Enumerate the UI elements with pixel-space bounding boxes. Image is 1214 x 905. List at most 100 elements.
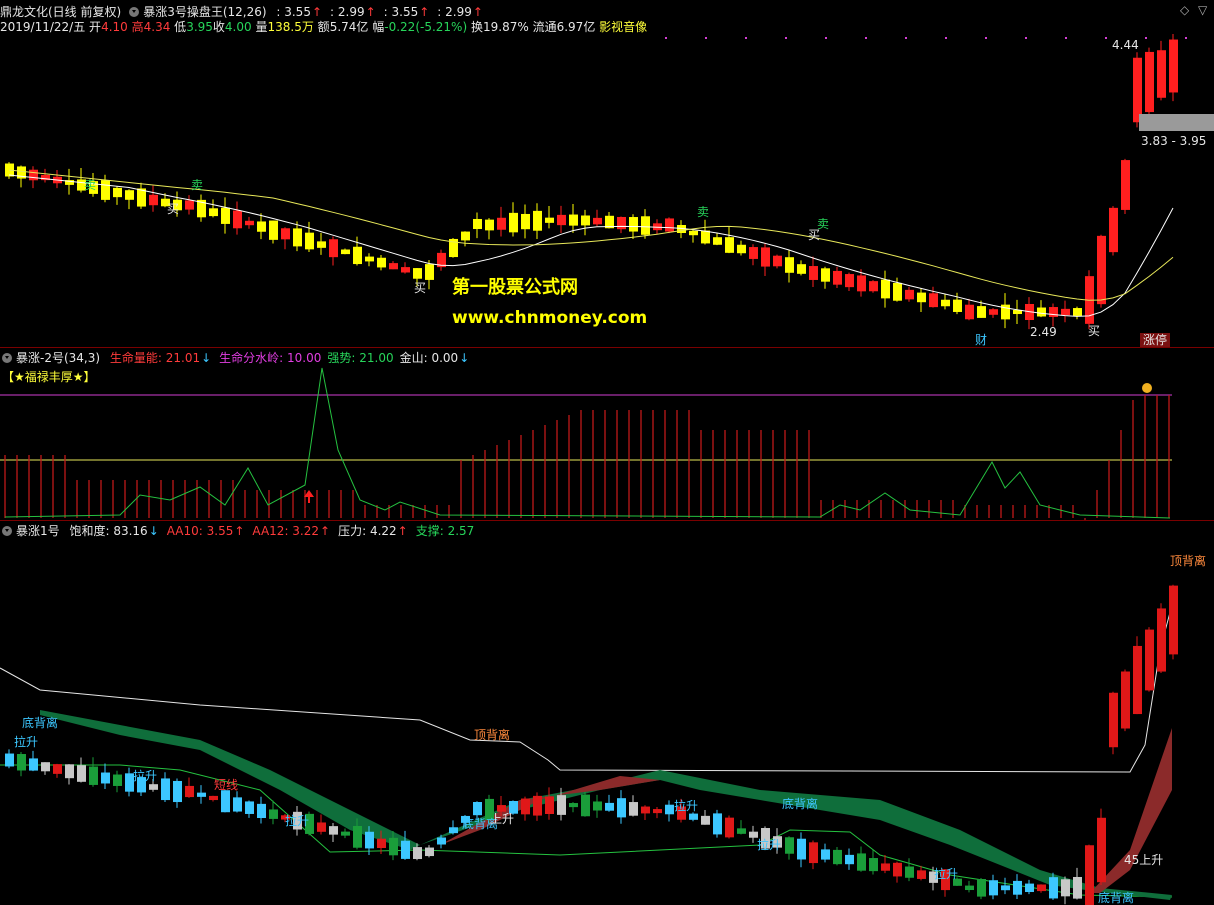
candle (377, 257, 386, 268)
candle (1145, 629, 1154, 691)
candle (1061, 308, 1070, 316)
arrow-icon: ↑ (234, 524, 245, 538)
candle (1025, 883, 1034, 893)
candle (629, 802, 638, 816)
candle (365, 831, 374, 849)
candle (1121, 160, 1130, 210)
candle (1061, 879, 1070, 897)
candle (41, 762, 50, 772)
candle (569, 214, 578, 226)
candle (569, 803, 578, 808)
candle (365, 256, 374, 262)
annotation-bottom-divergence: 底背离 (782, 797, 819, 811)
candle (881, 863, 890, 871)
panel3-name[interactable]: 暴涨1号 (16, 523, 60, 539)
candle (749, 247, 758, 259)
candle (233, 210, 242, 229)
annotation-pull-up: 拉升 (674, 799, 699, 813)
gold-icon (1142, 383, 1152, 393)
dropdown-icon[interactable] (2, 353, 12, 363)
signal-dot (1145, 37, 1147, 39)
candle (653, 809, 662, 814)
candle (689, 230, 698, 236)
candle (1109, 692, 1118, 748)
candle (785, 837, 794, 854)
panel2-values: 生命量能: 21.01↓ 生命分水岭: 10.00 强势: 21.00 金山: 0.0… (110, 351, 477, 365)
candle (1073, 308, 1082, 316)
badge-limit-up[interactable]: 涨停 (1140, 333, 1171, 347)
annotation-45-rise: 45上升 (1124, 853, 1164, 867)
arrow-icon: ↓ (201, 351, 212, 365)
candle (797, 264, 806, 274)
candle (857, 853, 866, 871)
annotation-pull-up: 拉升 (934, 867, 959, 881)
annotation-short-term: 短线 (214, 778, 239, 792)
candle (437, 837, 446, 845)
annotation-rise: 上升 (490, 812, 515, 826)
candle (221, 790, 230, 813)
candle (1037, 307, 1046, 317)
candle (113, 187, 122, 198)
watermark-title: 第一股票公式网 (452, 277, 578, 298)
signal-dot (705, 37, 707, 39)
annotation-pull-up: 拉升 (285, 814, 310, 828)
badge-finance[interactable]: 财 (975, 333, 987, 347)
p3items-item: AA12: 3.22 (252, 524, 320, 538)
candle (965, 885, 974, 891)
candle (905, 289, 914, 300)
price-high-label: 4.44 (1112, 38, 1139, 52)
candle (497, 805, 506, 812)
candle (905, 866, 914, 878)
candle (833, 270, 842, 285)
candle (845, 854, 854, 865)
panel3-values: 饱和度: 83.16↓ AA10: 3.55↑ AA12: 3.22↑ 压力: 4.2… (69, 524, 480, 538)
candle (1073, 876, 1082, 899)
candle (353, 246, 362, 265)
arrow-icon: ↑ (397, 524, 408, 538)
candle (245, 801, 254, 814)
candle (893, 862, 902, 877)
candle (545, 796, 554, 814)
candle (749, 831, 758, 838)
candle (605, 802, 614, 811)
candle (761, 247, 770, 267)
kline-chart[interactable] (0, 0, 1214, 905)
candle (713, 813, 722, 835)
candle (377, 838, 386, 848)
candle (473, 218, 482, 230)
arrow-icon: ↓ (148, 524, 159, 538)
candle (1001, 885, 1010, 891)
candle (1169, 585, 1178, 655)
candle (725, 817, 734, 838)
candle (953, 299, 962, 312)
dropdown-icon[interactable] (2, 526, 12, 536)
candle (245, 220, 254, 226)
watermark-url: www.chnmoney.com (452, 308, 648, 328)
candle (989, 880, 998, 896)
panel3-header: 暴涨1号 饱和度: 83.16↓ AA10: 3.55↑ AA12: 3.22↑ 压力… (0, 523, 480, 539)
candle (209, 795, 218, 801)
annotation-bottom-divergence: 底背离 (1098, 891, 1135, 905)
price-low-label: 2.49 (1030, 325, 1057, 339)
candle (725, 237, 734, 253)
candle (797, 838, 806, 860)
candle (629, 217, 638, 232)
panel2-name[interactable]: 暴涨-2号(34,3) (16, 350, 100, 366)
candle (521, 798, 530, 815)
candle (269, 809, 278, 819)
signal-sell: 卖 (697, 205, 710, 219)
annotation-top-divergence: 顶背离 (474, 728, 511, 742)
candle (785, 257, 794, 273)
candle (329, 826, 338, 835)
ma-line-white (8, 174, 1174, 317)
p2items-item: 生命量能: 21.01 (109, 351, 201, 365)
annotation-pull-up: 拉升 (14, 735, 39, 749)
p2items-item: 金山: 0.00 (399, 351, 459, 365)
candle (593, 801, 602, 811)
candle (581, 794, 590, 817)
signal-buy: 买 (167, 202, 180, 216)
candle (941, 299, 950, 307)
candle (293, 228, 302, 247)
candle (641, 806, 650, 814)
candle (545, 217, 554, 223)
